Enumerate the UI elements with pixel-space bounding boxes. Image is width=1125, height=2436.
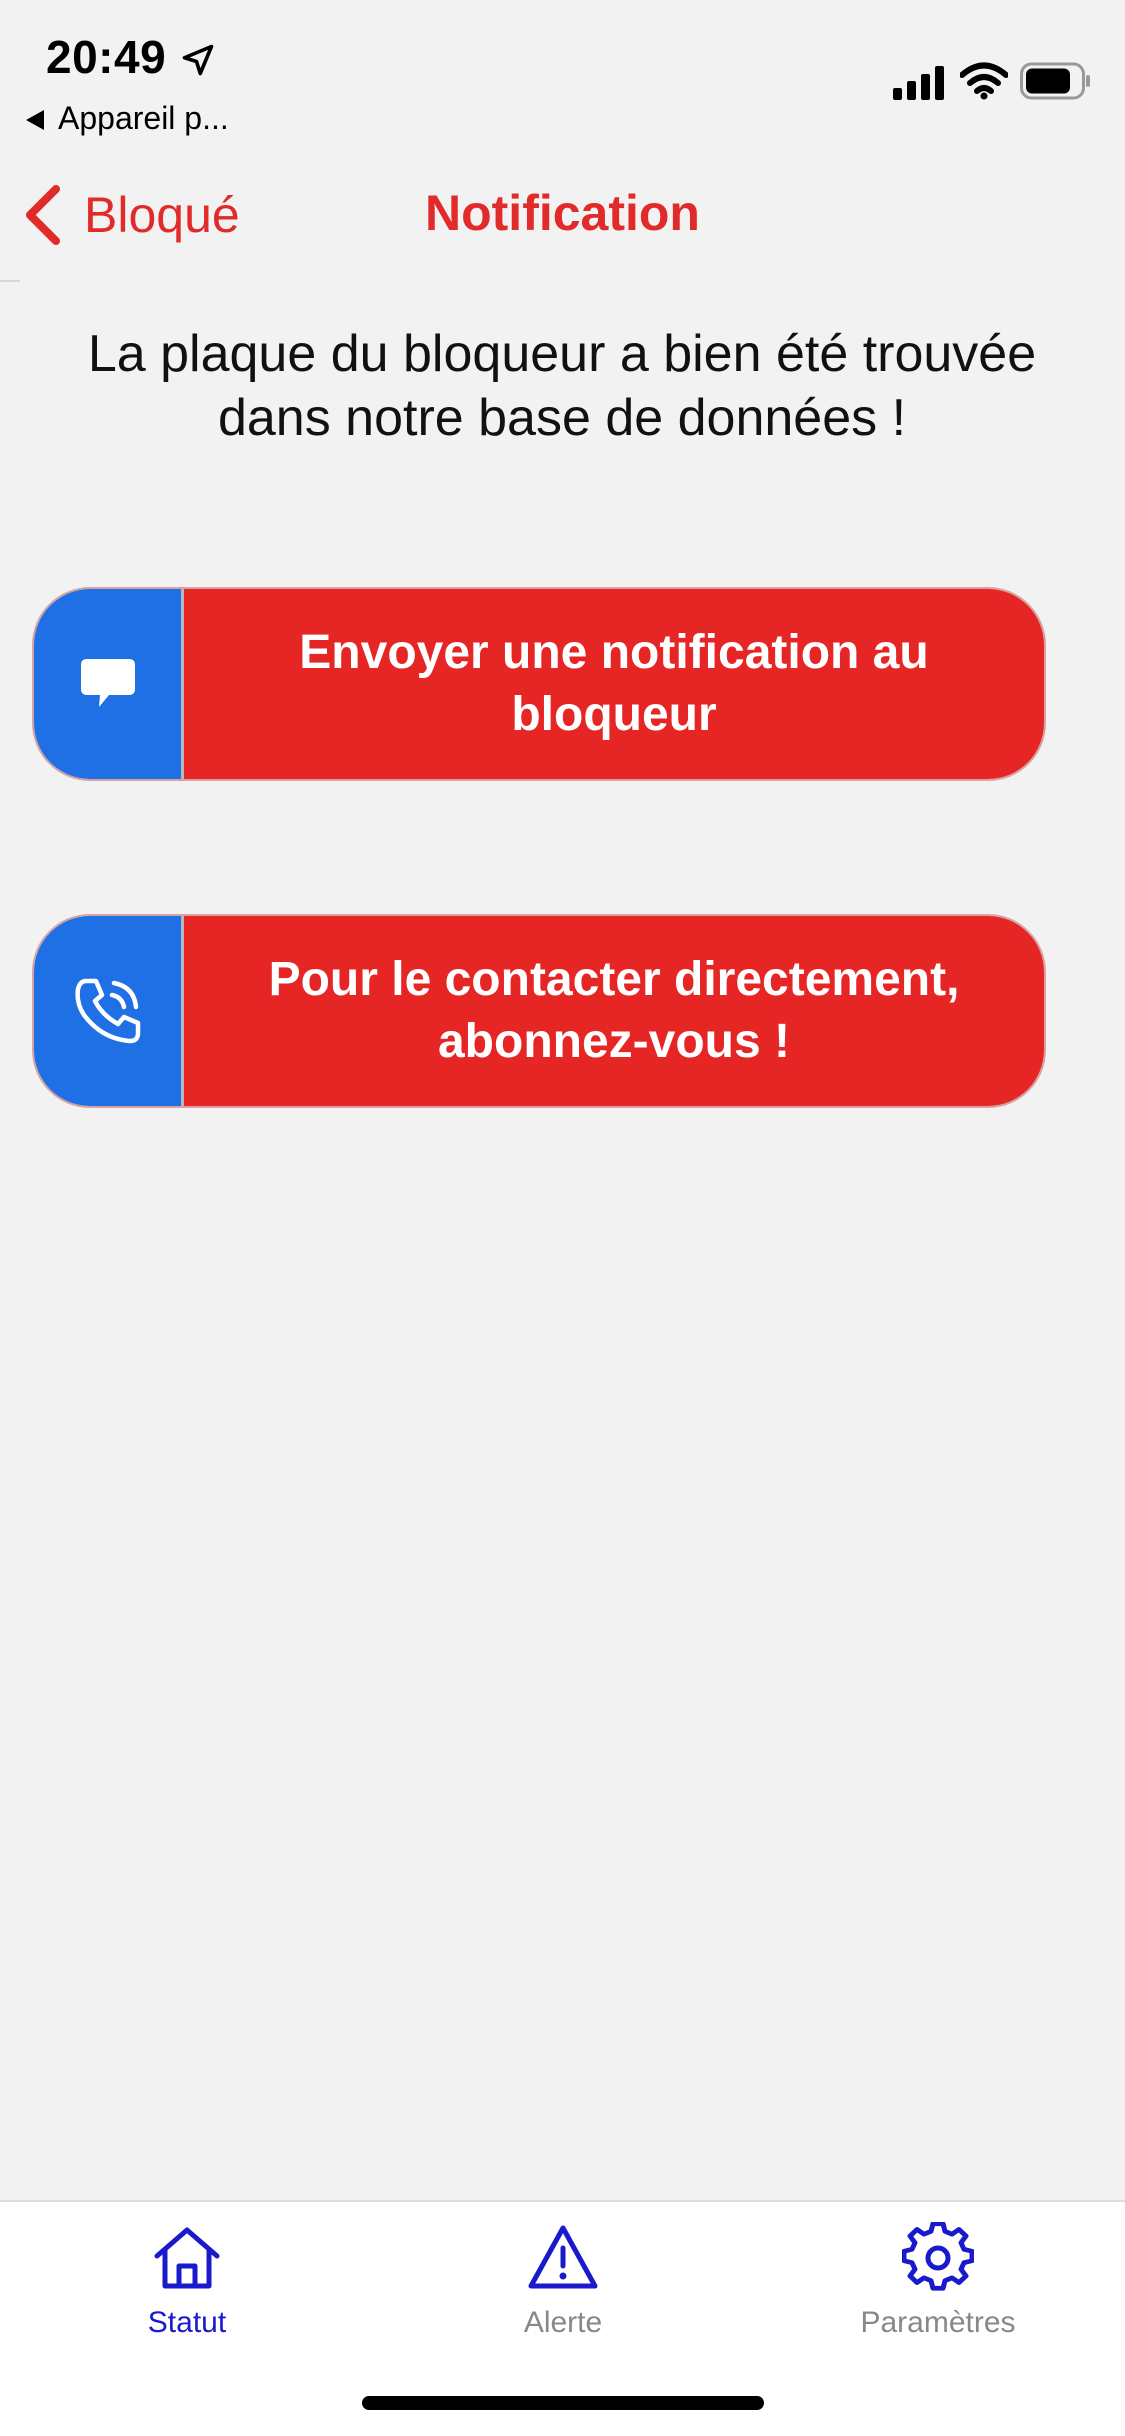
tab-parametres[interactable]: Paramètres bbox=[788, 2222, 1088, 2372]
subscribe-to-contact-label: Pour le contacter directement, abonnez-v… bbox=[184, 916, 1044, 1106]
chat-bubble-icon bbox=[80, 659, 135, 707]
home-icon bbox=[154, 2227, 220, 2289]
battery-icon bbox=[1020, 62, 1090, 100]
subscribe-icon-box bbox=[34, 916, 184, 1106]
phone-ringing-icon bbox=[74, 978, 140, 1044]
cellular-signal-icon bbox=[893, 66, 944, 100]
back-to-app-label[interactable]: Appareil p... bbox=[58, 100, 229, 137]
status-bar: 20:49 Appareil p... bbox=[0, 0, 1125, 150]
location-arrow-icon bbox=[182, 44, 214, 76]
nav-divider bbox=[0, 280, 20, 282]
wifi-icon bbox=[960, 62, 1008, 100]
plate-found-message: La plaque du bloqueur a bien été trouvée… bbox=[87, 325, 1037, 447]
home-indicator[interactable] bbox=[362, 2396, 764, 2410]
tab-statut-label: Statut bbox=[147, 2306, 227, 2339]
back-to-app-arrow-icon[interactable] bbox=[24, 108, 46, 132]
gear-icon bbox=[902, 2222, 974, 2291]
warning-icon bbox=[528, 2225, 598, 2289]
tab-alerte[interactable]: Alerte bbox=[413, 2222, 713, 2372]
page-title: Notification bbox=[425, 185, 700, 241]
send-notification-label: Envoyer une notification au bloqueur bbox=[184, 589, 1044, 779]
subscribe-to-contact-button[interactable]: Pour le contacter directement, abonnez-v… bbox=[34, 916, 1044, 1106]
tab-statut[interactable]: Statut bbox=[37, 2222, 337, 2372]
status-time: 20:49 bbox=[46, 31, 167, 83]
send-notification-icon-box bbox=[34, 589, 184, 779]
send-notification-button[interactable]: Envoyer une notification au bloqueur bbox=[34, 589, 1044, 779]
tab-alerte-label: Alerte bbox=[523, 2306, 603, 2339]
tab-parametres-label: Paramètres bbox=[860, 2306, 1016, 2339]
